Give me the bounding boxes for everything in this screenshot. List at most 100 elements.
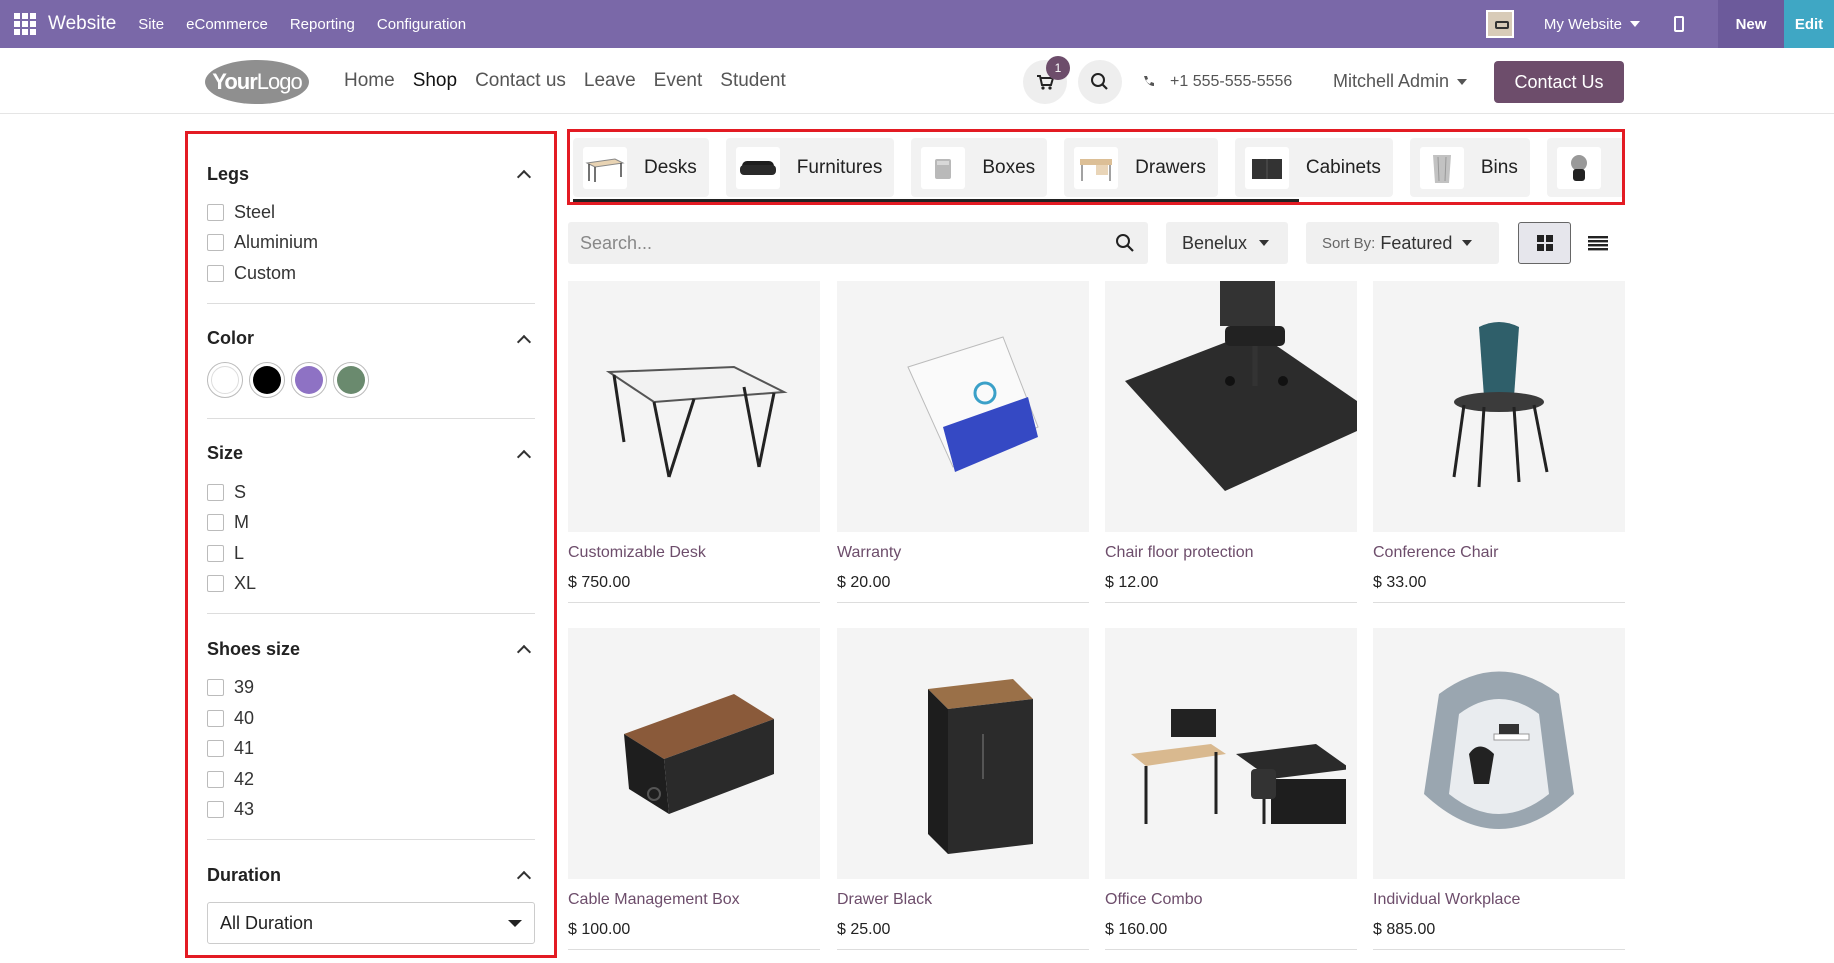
checkbox[interactable]: [207, 770, 224, 788]
warranty-box-image[interactable]: [837, 281, 1089, 532]
checkbox[interactable]: [207, 234, 224, 252]
admin-menu-ecommerce[interactable]: eCommerce: [186, 16, 268, 33]
phone-link[interactable]: +1 555-555-5556: [1142, 73, 1292, 91]
nav-shop[interactable]: Shop: [413, 70, 457, 92]
filter-group-duration: Duration All Duration: [207, 840, 535, 945]
category-boxes[interactable]: Boxes: [911, 138, 1048, 197]
duration-select[interactable]: All Duration: [207, 902, 535, 945]
product-card[interactable]: Warranty $ 20.00: [837, 281, 1089, 603]
checkbox[interactable]: [207, 801, 224, 819]
filter-option-40[interactable]: 40: [207, 703, 535, 734]
cable-box-image[interactable]: [568, 628, 820, 879]
floor-mat-image[interactable]: [1105, 281, 1357, 532]
site-logo[interactable]: Your Logo: [205, 60, 309, 104]
product-card[interactable]: Conference Chair $ 33.00: [1373, 281, 1625, 603]
product-name[interactable]: Warranty: [837, 544, 1089, 562]
edit-button[interactable]: Edit: [1784, 0, 1834, 48]
category-cabinets[interactable]: Cabinets: [1234, 138, 1393, 197]
color-swatch-white[interactable]: [207, 361, 243, 398]
new-button[interactable]: New: [1718, 0, 1784, 48]
checkbox[interactable]: [207, 678, 224, 696]
search-icon[interactable]: [1114, 232, 1136, 254]
product-name[interactable]: Conference Chair: [1373, 544, 1625, 562]
product-card[interactable]: Drawer Black $ 25.00: [837, 628, 1089, 950]
search-button[interactable]: [1078, 60, 1122, 104]
workplace-pod-image[interactable]: [1373, 628, 1625, 879]
chevron-down-icon: [1462, 240, 1473, 246]
checkbox[interactable]: [207, 740, 224, 758]
admin-menu-configuration[interactable]: Configuration: [377, 16, 466, 33]
checkbox[interactable]: [207, 709, 224, 727]
product-name[interactable]: Cable Management Box: [568, 891, 820, 909]
filter-option-l[interactable]: L: [207, 538, 535, 569]
checkbox[interactable]: [207, 575, 224, 593]
user-avatar[interactable]: [1485, 10, 1514, 38]
filter-option-custom[interactable]: Custom: [207, 258, 535, 289]
filter-option-xl[interactable]: XL: [207, 569, 535, 600]
filter-header-size[interactable]: Size: [207, 439, 535, 469]
category-scrollbar[interactable]: [573, 199, 1299, 202]
product-card[interactable]: Office Combo $ 160.00: [1105, 628, 1357, 950]
category-bins[interactable]: Bins: [1409, 138, 1530, 197]
checkbox[interactable]: [207, 514, 224, 532]
product-name[interactable]: Customizable Desk: [568, 544, 820, 562]
filter-header-legs[interactable]: Legs: [207, 159, 535, 189]
product-name[interactable]: Individual Workplace: [1373, 891, 1625, 909]
product-card[interactable]: Chair floor protection $ 12.00: [1105, 281, 1357, 603]
website-selector[interactable]: My Website: [1544, 16, 1640, 33]
divider: [1105, 949, 1357, 950]
app-name[interactable]: Website: [48, 13, 116, 35]
filter-header-color[interactable]: Color: [207, 324, 535, 354]
checkbox[interactable]: [207, 264, 224, 282]
filter-header-duration[interactable]: Duration: [207, 860, 535, 890]
filter-option-43[interactable]: 43: [207, 795, 535, 826]
apps-menu-icon[interactable]: [14, 13, 36, 35]
color-swatch-purple[interactable]: [291, 361, 327, 398]
color-swatch-green[interactable]: [333, 361, 369, 398]
product-name[interactable]: Office Combo: [1105, 891, 1357, 909]
drawer-black-image[interactable]: [837, 628, 1089, 879]
category-lamps-partial[interactable]: [1546, 138, 1622, 197]
category-desks[interactable]: Desks: [573, 138, 709, 197]
nav-home[interactable]: Home: [344, 70, 395, 92]
color-swatch-black[interactable]: [249, 361, 285, 398]
filter-option-steel[interactable]: Steel: [207, 197, 535, 228]
list-view-button[interactable]: [1571, 222, 1624, 264]
pricelist-dropdown[interactable]: Benelux: [1166, 222, 1288, 264]
user-menu[interactable]: Mitchell Admin: [1333, 71, 1468, 92]
filter-option-39[interactable]: 39: [207, 672, 535, 703]
grid-view-button[interactable]: [1518, 222, 1571, 264]
filter-header-shoes-size[interactable]: Shoes size: [207, 634, 535, 664]
product-price: $ 750.00: [568, 574, 631, 591]
chair-image[interactable]: [1373, 281, 1625, 532]
product-card[interactable]: Cable Management Box $ 100.00: [568, 628, 820, 950]
mobile-preview-icon[interactable]: [1674, 16, 1684, 32]
checkbox[interactable]: [207, 203, 224, 221]
desk-product-image[interactable]: [568, 281, 820, 532]
filter-option-aluminium[interactable]: Aluminium: [207, 228, 535, 259]
contact-us-button[interactable]: Contact Us: [1494, 61, 1624, 103]
product-card[interactable]: Individual Workplace $ 885.00: [1373, 628, 1625, 950]
filter-option-42[interactable]: 42: [207, 764, 535, 795]
nav-event[interactable]: Event: [654, 70, 703, 92]
nav-student[interactable]: Student: [720, 70, 786, 92]
product-card[interactable]: Customizable Desk $ 750.00: [568, 281, 820, 603]
checkbox[interactable]: [207, 544, 224, 562]
filter-option-s[interactable]: S: [207, 477, 535, 508]
admin-menu-reporting[interactable]: Reporting: [290, 16, 355, 33]
product-name[interactable]: Chair floor protection: [1105, 544, 1357, 562]
site-header: Your Logo Home Shop Contact us Leave Even…: [0, 48, 1834, 114]
nav-contact-us[interactable]: Contact us: [475, 70, 566, 92]
filter-option-41[interactable]: 41: [207, 733, 535, 764]
filter-title: Color: [207, 328, 254, 349]
category-furnitures[interactable]: Furnitures: [725, 138, 895, 197]
product-name[interactable]: Drawer Black: [837, 891, 1089, 909]
admin-menu-site[interactable]: Site: [138, 16, 164, 33]
checkbox[interactable]: [207, 483, 224, 501]
search-input[interactable]: [580, 232, 1060, 254]
office-combo-image[interactable]: [1105, 628, 1357, 879]
filter-option-m[interactable]: M: [207, 507, 535, 538]
nav-leave[interactable]: Leave: [584, 70, 636, 92]
category-drawers[interactable]: Drawers: [1064, 138, 1218, 197]
sort-dropdown[interactable]: Sort By: Featured: [1306, 222, 1499, 264]
